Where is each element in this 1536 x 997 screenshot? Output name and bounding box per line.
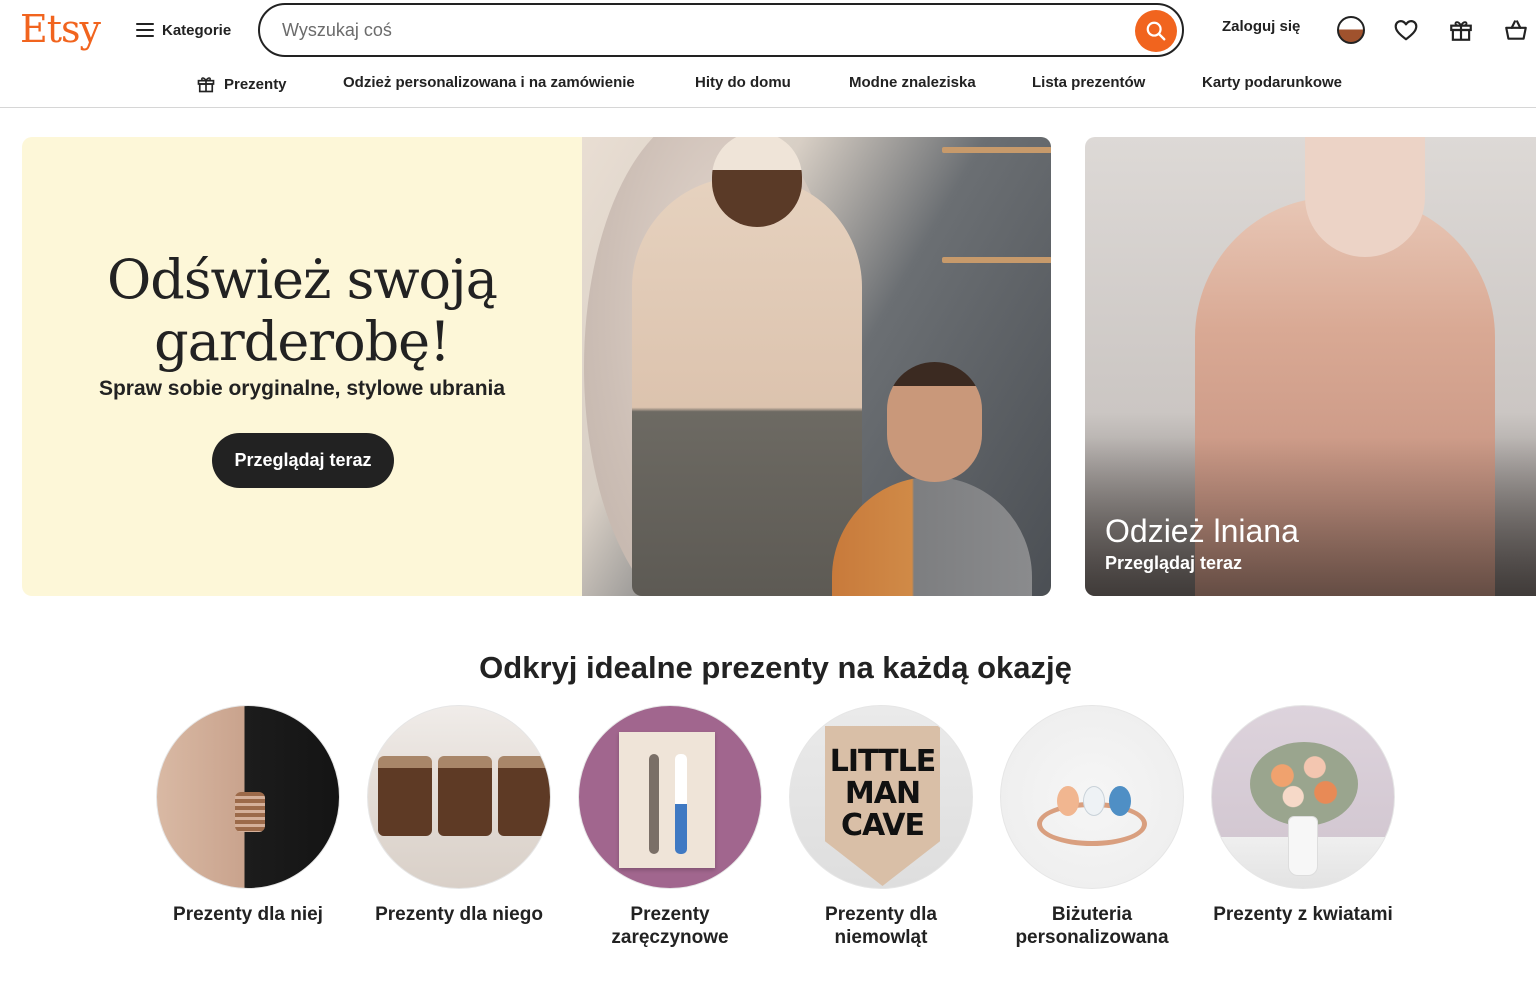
favorites-button[interactable]	[1389, 13, 1423, 47]
linen-card-title: Odzież lniana	[1105, 513, 1299, 549]
gift-label-line: Prezenty z kwiatami	[1213, 904, 1393, 925]
linen-clothing-card[interactable]: Odzież lniana Przeglądaj teraz	[1085, 137, 1536, 596]
nav-item-gift-list[interactable]: Lista prezentów	[1032, 74, 1145, 91]
gift-icon	[1450, 21, 1472, 41]
categories-label: Kategorie	[162, 21, 232, 39]
hero-title-line: garderobę!	[154, 310, 451, 373]
linen-card-subtitle: Przeglądaj teraz	[1105, 553, 1243, 573]
gift-category-baby[interactable]: LITTLE MAN CAVE Prezenty dla niemowląt	[789, 705, 973, 949]
gift-category-jewelry[interactable]: Biżuteria personalizowana	[1000, 705, 1184, 949]
hero-image-man	[632, 177, 862, 596]
search-icon	[1146, 21, 1166, 41]
hero-image-shelf	[942, 147, 1051, 153]
hero-image-man-head	[712, 137, 802, 227]
nav-item-home-hits[interactable]: Hity do domu	[695, 74, 791, 91]
gift-category-her[interactable]: Prezenty dla niej	[156, 705, 340, 926]
hero-title: Odśwież swoją garderobę!	[22, 249, 582, 373]
gift-category-label: Prezenty zaręczynowe	[578, 903, 762, 949]
nav-item-personalized-clothing[interactable]: Odzież personalizowana i na zamówienie	[343, 74, 635, 91]
search-bar	[258, 3, 1184, 57]
gift-category-image	[578, 705, 762, 889]
gift-label-line: personalizowana	[1015, 927, 1169, 948]
gift-label-line: zaręczynowe	[611, 927, 729, 948]
menu-icon	[136, 23, 154, 37]
hero-title-line: Odśwież swoją	[107, 248, 498, 311]
gift-category-image	[1211, 705, 1395, 889]
etsy-logo[interactable]: Etsy	[20, 6, 101, 52]
header: Etsy Kategorie Zaloguj się	[0, 0, 1536, 60]
cart-button[interactable]	[1499, 13, 1533, 47]
hero-browse-button[interactable]: Przeglądaj teraz	[212, 433, 394, 488]
gift-category-image	[367, 705, 551, 889]
locale-icon	[1337, 16, 1365, 44]
sign-text: LITTLE MAN CAVE	[829, 744, 937, 843]
nav-item-trending[interactable]: Modne znaleziska	[849, 74, 976, 91]
category-nav: Prezenty Odzież personalizowana i na zam…	[0, 60, 1536, 108]
signin-link[interactable]: Zaloguj się	[1222, 18, 1300, 35]
nav-item-label: Prezenty	[224, 75, 287, 93]
gift-category-label: Prezenty dla niemowląt	[789, 903, 973, 949]
locale-button[interactable]	[1334, 13, 1368, 47]
hero-image-shelf	[942, 257, 1051, 263]
nav-item-gift-cards[interactable]: Karty podarunkowe	[1202, 74, 1342, 91]
search-input[interactable]	[260, 5, 1182, 55]
gift-category-label: Prezenty z kwiatami	[1211, 903, 1395, 926]
linen-card-image-neck	[1305, 137, 1425, 257]
gift-category-label: Prezenty dla niej	[156, 903, 340, 926]
basket-icon	[1505, 20, 1527, 40]
gift-category-label: Prezenty dla niego	[367, 903, 551, 926]
heart-icon	[1394, 20, 1418, 41]
gifts-section-title: Odkryj idealne prezenty na każdą okazję	[479, 650, 1072, 685]
hero-image-woman-head	[887, 362, 982, 482]
gift-category-image: LITTLE MAN CAVE	[789, 705, 973, 889]
gift-category-him[interactable]: Prezenty dla niego	[367, 705, 551, 926]
gift-category-label: Biżuteria personalizowana	[1000, 903, 1184, 949]
gift-label-line: Biżuteria	[1051, 904, 1133, 925]
hero-banner: Odśwież swoją garderobę! Spraw sobie ory…	[22, 137, 1051, 596]
gift-label-line: niemowląt	[834, 927, 928, 948]
nav-item-gifts[interactable]: Prezenty	[196, 74, 287, 94]
categories-button[interactable]: Kategorie	[136, 14, 231, 46]
gift-category-image	[1000, 705, 1184, 889]
gifts-button[interactable]	[1444, 13, 1478, 47]
gift-icon	[197, 77, 215, 93]
gift-label-line: Prezenty	[630, 904, 710, 925]
search-button[interactable]	[1135, 10, 1177, 52]
gift-category-engagement[interactable]: Prezenty zaręczynowe	[578, 705, 762, 949]
gift-category-flowers[interactable]: Prezenty z kwiatami	[1211, 705, 1395, 926]
hero-subtitle: Spraw sobie oryginalne, stylowe ubrania	[98, 377, 506, 400]
gift-label-line: Prezenty dla	[825, 904, 937, 925]
gift-label-line: Prezenty dla niego	[375, 904, 543, 925]
gift-label-line: Prezenty dla niej	[173, 904, 323, 925]
gift-category-image	[156, 705, 340, 889]
